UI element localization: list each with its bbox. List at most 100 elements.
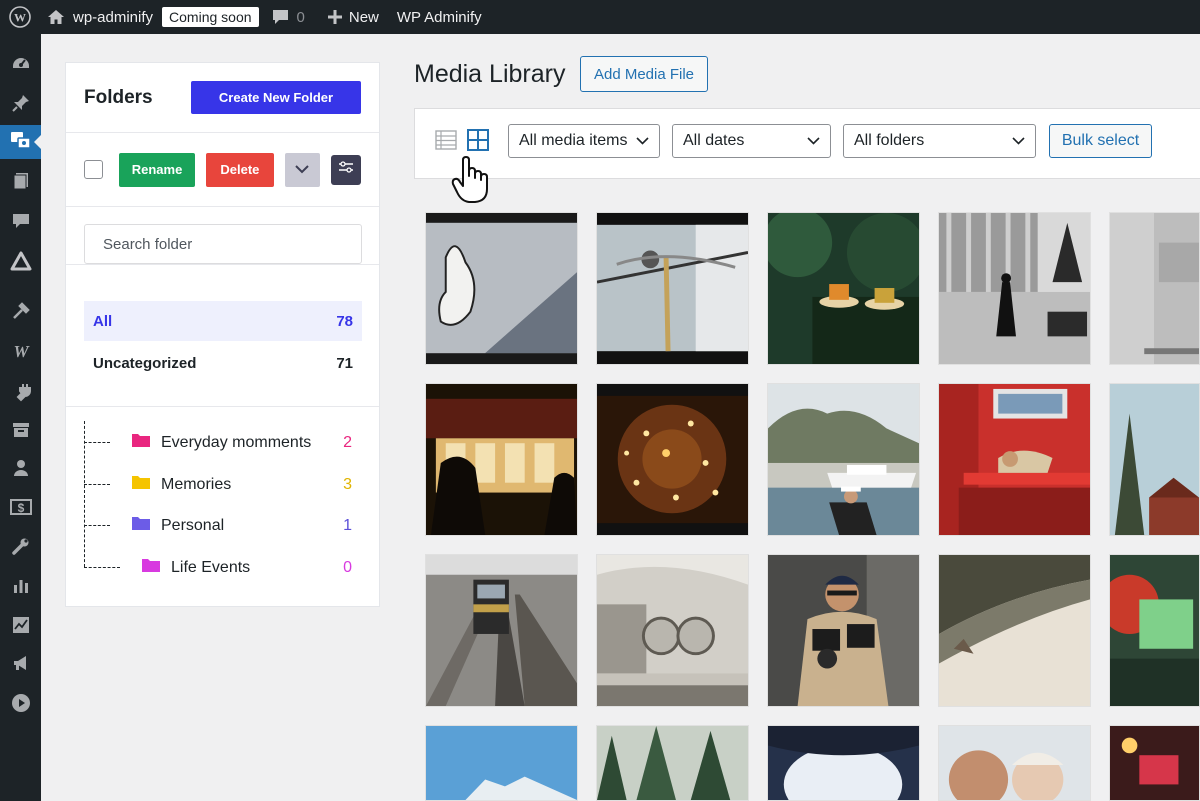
rename-button[interactable]: Rename <box>118 152 196 187</box>
svg-text:W: W <box>13 342 30 361</box>
category-all[interactable]: All 78 <box>84 301 362 341</box>
megaphone-icon <box>11 653 31 678</box>
media-thumbnail[interactable] <box>596 212 749 365</box>
plugins-icon <box>11 382 31 407</box>
woo-icon: W <box>10 341 32 366</box>
media-thumbnail[interactable] <box>767 725 920 801</box>
category-uncategorized[interactable]: Uncategorized 71 <box>84 343 362 383</box>
billing-menu-item[interactable]: $ <box>0 492 41 526</box>
media-thumbnail[interactable] <box>596 725 749 801</box>
folder-count: 2 <box>343 433 352 451</box>
select-all-checkbox[interactable] <box>84 160 103 179</box>
list-view-button[interactable] <box>434 129 458 155</box>
archive-menu-item[interactable] <box>0 415 41 449</box>
media-thumbnail[interactable] <box>425 212 578 365</box>
media-thumbnail[interactable] <box>767 554 920 707</box>
woo-menu-item[interactable]: W <box>0 336 41 370</box>
media-icon <box>10 130 32 155</box>
media-thumbnail[interactable] <box>1109 554 1200 707</box>
folder-filter-value: All folders <box>854 132 925 149</box>
media-thumbnail[interactable] <box>938 383 1091 536</box>
category-count: 78 <box>336 312 353 330</box>
media-thumbnail[interactable] <box>767 383 920 536</box>
search-folder-input[interactable] <box>84 224 362 264</box>
wp-adminify-link[interactable]: WP Adminify <box>390 0 489 34</box>
media-thumbnail[interactable] <box>938 554 1091 707</box>
media-thumbnail[interactable] <box>938 212 1091 365</box>
plugins-menu-item[interactable] <box>0 377 41 411</box>
folder-filter[interactable]: All folders <box>843 124 1036 158</box>
media-thumbnail[interactable] <box>425 383 578 536</box>
date-filter[interactable]: All dates <box>672 124 831 158</box>
admin-bar: W wp-adminify Coming soon 0 New WP Admin… <box>0 0 1200 34</box>
comments-menu-item[interactable] <box>0 206 41 240</box>
hand-pointer-icon <box>451 156 489 204</box>
category-label: Uncategorized <box>93 354 197 372</box>
delete-button[interactable]: Delete <box>206 152 274 187</box>
folder-label: Everyday momments <box>161 433 312 451</box>
media-player-menu-item[interactable] <box>0 688 41 722</box>
pages-menu-item[interactable] <box>0 166 41 200</box>
media-type-value: All media items <box>519 132 628 149</box>
folder-categories: All 78 Uncategorized 71 <box>66 265 379 407</box>
settings-menu-item[interactable] <box>0 531 41 565</box>
wordpress-logo-icon[interactable]: W <box>0 0 40 34</box>
folder-memories[interactable]: Memories 3 <box>84 474 356 495</box>
posts-menu-item[interactable] <box>0 88 41 122</box>
media-type-filter[interactable]: All media items <box>508 124 660 158</box>
list-view-icon <box>435 129 457 155</box>
stats-menu-item[interactable] <box>0 570 41 604</box>
chevron-down-icon <box>807 132 820 150</box>
folder-icon <box>131 515 151 536</box>
grid-view-icon <box>467 128 489 156</box>
folder-actions: Rename Delete <box>66 133 379 207</box>
folder-label: Memories <box>161 475 232 493</box>
media-thumbnail[interactable] <box>425 554 578 707</box>
folder-everyday-momments[interactable]: Everyday momments 2 <box>84 432 356 453</box>
category-label: All <box>93 312 113 330</box>
media-thumbnail[interactable] <box>1109 725 1200 801</box>
folder-life-events[interactable]: Life Events 0 <box>84 557 356 578</box>
media-thumbnail[interactable] <box>1109 212 1200 365</box>
folder-personal[interactable]: Personal 1 <box>84 515 356 536</box>
media-thumbnail[interactable] <box>938 725 1091 801</box>
svg-text:$: $ <box>17 501 24 515</box>
archive-icon <box>11 420 31 445</box>
chevron-down-icon <box>295 161 310 179</box>
pin-icon <box>11 93 31 118</box>
new-content-link[interactable]: New <box>320 0 386 34</box>
grid-view-button[interactable] <box>466 128 490 156</box>
coming-soon-badge[interactable]: Coming soon <box>162 7 259 27</box>
media-menu-item[interactable] <box>0 125 41 159</box>
media-thumbnail[interactable] <box>425 725 578 801</box>
users-menu-item[interactable] <box>0 453 41 487</box>
page-title: Media Library <box>414 60 566 88</box>
stats-icon <box>11 575 31 600</box>
adminify-menu-item[interactable] <box>0 246 41 280</box>
create-new-folder-button[interactable]: Create New Folder <box>191 81 361 114</box>
add-media-file-button[interactable]: Add Media File <box>580 56 708 92</box>
bulk-select-button[interactable]: Bulk select <box>1049 124 1152 158</box>
analytics-icon <box>11 615 31 640</box>
comments-count: 0 <box>296 8 305 26</box>
comments-link[interactable]: 0 <box>265 0 312 34</box>
media-thumbnail[interactable] <box>767 212 920 365</box>
site-name-link[interactable]: wp-adminify <box>40 0 160 34</box>
media-thumbnail[interactable] <box>596 383 749 536</box>
dashboard-menu-item[interactable] <box>0 48 41 82</box>
sliders-icon <box>338 160 354 179</box>
folder-label: Life Events <box>171 558 251 576</box>
tools-menu-item[interactable] <box>0 296 41 330</box>
svg-text:W: W <box>14 11 26 25</box>
home-icon <box>47 9 65 25</box>
chevron-down-icon <box>636 132 649 150</box>
new-label: New <box>348 8 379 26</box>
folders-title: Folders <box>84 86 153 108</box>
media-toolbar: All media items All dates All folders Bu… <box>414 108 1200 179</box>
media-thumbnail[interactable] <box>596 554 749 707</box>
analytics-menu-item[interactable] <box>0 610 41 644</box>
media-thumbnail[interactable] <box>1109 383 1200 536</box>
more-actions-button[interactable] <box>284 152 321 187</box>
folder-settings-button[interactable] <box>331 154 361 185</box>
marketing-menu-item[interactable] <box>0 648 41 682</box>
